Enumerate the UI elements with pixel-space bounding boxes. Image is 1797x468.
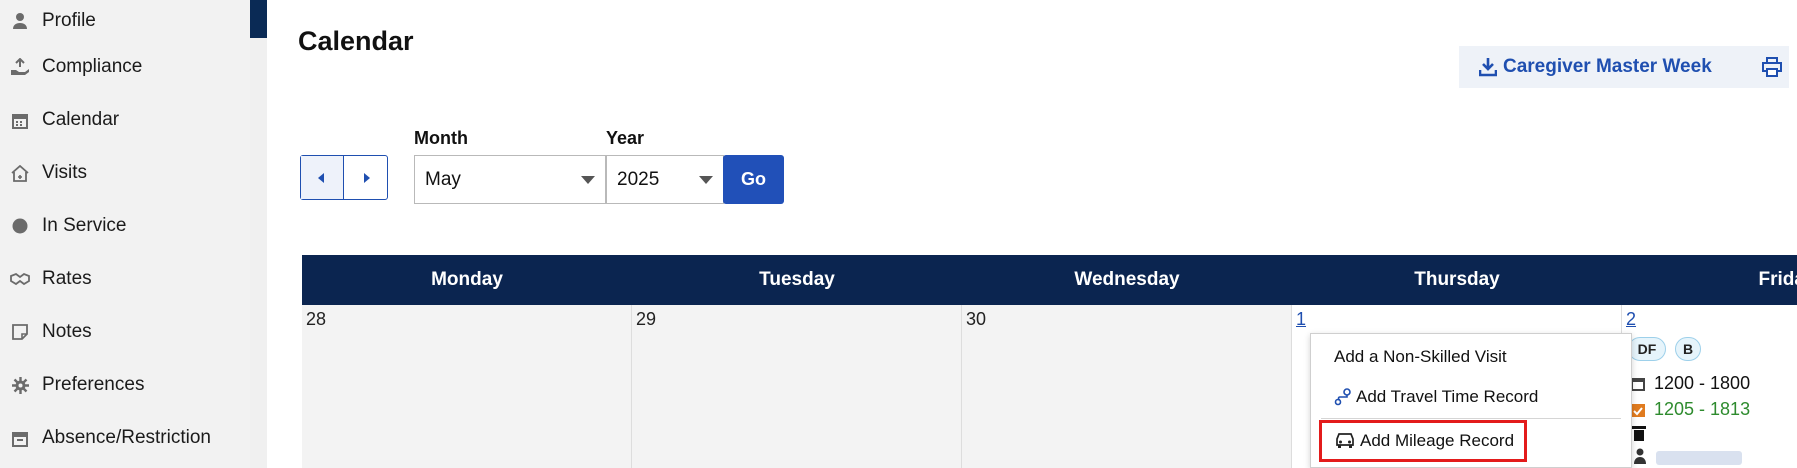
year-select[interactable]: 2025 — [606, 155, 724, 204]
chevron-down-icon — [699, 176, 713, 184]
sidebar-item-rates[interactable]: Rates — [0, 259, 250, 299]
gear-icon — [10, 375, 30, 395]
sidebar-item-notes[interactable]: Notes — [0, 312, 250, 352]
previous-month-button[interactable] — [301, 156, 344, 199]
add-mileage-record-item[interactable]: Add Mileage Record — [1319, 420, 1527, 462]
year-value: 2025 — [617, 168, 660, 190]
month-label: Month — [414, 128, 468, 148]
calendar-x-icon — [10, 428, 30, 448]
day-cell[interactable]: 2 DF B 1200 - 1800 1205 - 1813 — [1622, 305, 1797, 468]
visit-badge[interactable]: B — [1675, 337, 1701, 361]
sidebar-item-label: Absence/Restriction — [42, 427, 211, 448]
visit-badge[interactable]: DF — [1628, 337, 1666, 361]
chevron-down-icon — [581, 176, 595, 184]
sidebar-item-label: Rates — [42, 268, 92, 289]
sidebar-item-preferences[interactable]: Preferences — [0, 365, 250, 405]
caregiver-name-redacted — [1656, 451, 1742, 465]
sidebar-item-in-service[interactable]: In Service — [0, 206, 250, 246]
month-value: May — [425, 168, 461, 190]
day-number: 30 — [966, 309, 987, 329]
day-number-link[interactable]: 2 — [1626, 309, 1636, 330]
sidebar-item-compliance[interactable]: Compliance — [0, 47, 250, 87]
day-header-tuesday: Tuesday — [759, 269, 835, 290]
caregiver-master-week-link[interactable]: Caregiver Master Week — [1503, 56, 1712, 78]
hand-upload-icon — [10, 57, 30, 77]
caret-right-icon — [363, 172, 370, 183]
day-number: 29 — [636, 309, 657, 329]
print-icon[interactable] — [1762, 57, 1782, 77]
caregiver-icon — [1632, 448, 1648, 468]
sidebar-item-label: Compliance — [42, 56, 143, 77]
home-icon — [10, 163, 30, 183]
month-nav-group — [300, 155, 388, 200]
day-cell[interactable]: 30 — [962, 305, 1292, 468]
day-cell[interactable]: 29 — [632, 305, 962, 468]
sidebar-item-label: Preferences — [42, 374, 145, 395]
actual-time-text: 1205 - 1813 — [1654, 399, 1751, 419]
sidebar-divider — [250, 38, 267, 468]
sidebar: Profile Compliance Calendar Visits In Se… — [0, 0, 250, 468]
master-week-bar: Caregiver Master Week — [1459, 46, 1789, 88]
sidebar-item-label: Visits — [42, 162, 88, 183]
year-label: Year — [606, 128, 645, 148]
add-travel-time-item[interactable]: Add Travel Time Record — [1311, 382, 1631, 412]
calendar-icon — [10, 110, 30, 130]
next-month-button[interactable] — [344, 156, 387, 199]
sidebar-item-absence-restriction[interactable]: Absence/Restriction — [0, 418, 250, 458]
route-icon — [1334, 388, 1352, 406]
day-number: 28 — [306, 309, 327, 329]
actual-time[interactable]: 1205 - 1813 — [1630, 399, 1750, 420]
circle-icon — [10, 216, 30, 236]
sidebar-item-label: In Service — [42, 215, 127, 236]
scheduled-time-text: 1200 - 1800 — [1654, 373, 1751, 393]
day-cell[interactable]: 28 — [302, 305, 632, 468]
day-header-monday: Monday — [431, 269, 503, 290]
download-icon[interactable] — [1478, 57, 1498, 77]
caret-left-icon — [318, 172, 324, 183]
day-header-wednesday: Wednesday — [1074, 269, 1180, 290]
menu-item-label: Add Travel Time Record — [1356, 387, 1539, 406]
sidebar-item-label: Notes — [42, 321, 92, 342]
sidebar-item-visits[interactable]: Visits — [0, 153, 250, 193]
day-number-link[interactable]: 1 — [1296, 309, 1306, 330]
note-icon — [10, 322, 30, 342]
sidebar-active-marker — [250, 0, 267, 38]
calendar-header: Monday Tuesday Wednesday Thursday Friday — [302, 255, 1797, 305]
day-header-thursday: Thursday — [1414, 269, 1500, 290]
handshake-icon — [10, 269, 30, 289]
day-header-friday: Friday — [1758, 269, 1797, 290]
page-title: Calendar — [298, 26, 414, 56]
menu-item-label: Add Mileage Record — [1360, 431, 1515, 450]
car-icon — [1334, 432, 1356, 450]
trash-icon[interactable] — [1632, 425, 1646, 446]
calendar-check-icon — [1630, 402, 1646, 418]
context-menu: Add a Non-Skilled Visit Add Travel Time … — [1310, 333, 1632, 468]
user-icon — [10, 11, 30, 31]
sidebar-item-label: Calendar — [42, 109, 120, 130]
go-button[interactable]: Go — [723, 155, 784, 204]
sidebar-item-profile[interactable]: Profile — [0, 1, 250, 41]
add-non-skilled-visit-item[interactable]: Add a Non-Skilled Visit — [1311, 344, 1631, 370]
scheduled-time[interactable]: 1200 - 1800 — [1630, 373, 1750, 394]
sidebar-item-calendar[interactable]: Calendar — [0, 100, 250, 140]
menu-divider — [1321, 418, 1621, 419]
sidebar-item-label: Profile — [42, 10, 96, 31]
month-select[interactable]: May — [414, 155, 606, 204]
menu-item-label: Add a Non-Skilled Visit — [1334, 347, 1507, 366]
calendar-icon — [1630, 376, 1646, 392]
